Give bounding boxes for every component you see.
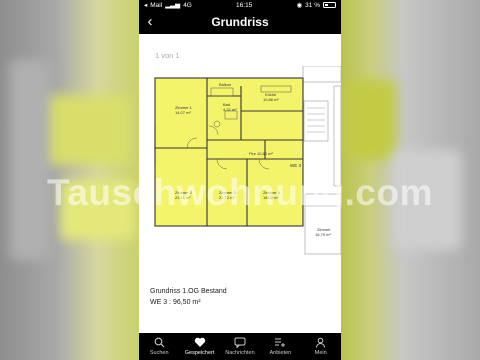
tab-label: Anbieten: [269, 350, 292, 356]
background-blur-right: [341, 0, 480, 360]
room-area-zimmer-4: 18,02 m²: [263, 195, 279, 200]
chat-bubble-icon: [234, 336, 246, 348]
search-icon: [154, 336, 165, 348]
room-area-bad: 4,32 m²: [223, 107, 237, 112]
chevron-left-icon: ‹: [147, 13, 153, 30]
back-to-app-icon[interactable]: ◂: [144, 1, 147, 9]
status-bar: ◂ Mail ▂▃▅ 4G 16:15 ◉ 31 %: [139, 0, 341, 10]
tab-nachrichten[interactable]: Nachrichten: [222, 336, 258, 356]
background-blur-left: [0, 0, 139, 360]
caption-title: Grundriss 1.OG Bestand: [150, 288, 227, 295]
image-caption: Grundriss 1.OG Bestand WE 3 : 96,50 m²: [150, 286, 227, 308]
clock: 16:15: [236, 1, 253, 9]
room-area-zimmer-3: 21,72 m²: [219, 195, 235, 200]
caption-area: WE 3 : 96,50 m²: [150, 299, 201, 306]
user-icon: [315, 336, 326, 348]
page-title: Grundriss: [211, 15, 269, 29]
bottom-tab-bar: Suchen Gespeichert Nachrichten Anbieten …: [139, 333, 341, 360]
tab-label: Gespeichert: [184, 350, 215, 356]
tab-gespeichert[interactable]: Gespeichert: [182, 336, 218, 356]
unit-label: WE 3: [290, 163, 301, 168]
room-label-flur: Flur: [249, 151, 257, 156]
room-area-zimmer-1: 14,07 m²: [175, 110, 191, 115]
tab-anbieten[interactable]: Anbieten: [262, 336, 298, 356]
page-indicator: 1 von 1: [155, 51, 180, 60]
room-area-neighbour: 16,79 m²: [315, 232, 331, 237]
battery-icon: [322, 2, 336, 8]
orientation-lock-icon: ◉: [296, 2, 303, 9]
image-viewer[interactable]: 1 von 1 Zimmer 1 14,07 m² Balkon Bad 4,3…: [139, 34, 341, 333]
carrier-label: Mail: [150, 1, 163, 9]
apartment-highlight: [155, 78, 303, 226]
tab-label: Mein: [314, 350, 327, 356]
room-area-flur: 10,80 m²: [257, 151, 273, 156]
network-label: 4G: [183, 1, 192, 9]
room-area-zimmer-2: 22,11 m²: [175, 195, 191, 200]
navigation-bar: ‹ Grundriss: [139, 10, 341, 34]
tab-label: Suchen: [149, 350, 169, 356]
phone-screen: ◂ Mail ▂▃▅ 4G 16:15 ◉ 31 % ‹ Grundriss 1…: [139, 0, 341, 360]
floor-plan: Zimmer 1 14,07 m² Balkon Bad 4,32 m² Küc…: [154, 66, 341, 255]
room-area-kueche: 10,86 m²: [263, 97, 279, 102]
heart-icon: [194, 336, 206, 348]
tab-label: Nachrichten: [225, 350, 255, 356]
back-button[interactable]: ‹: [141, 13, 159, 31]
battery-label: 31 %: [305, 1, 320, 9]
list-add-icon: [274, 336, 286, 348]
signal-icon: ▂▃▅: [165, 2, 181, 9]
tab-mein[interactable]: Mein: [303, 336, 339, 356]
tab-suchen[interactable]: Suchen: [141, 336, 177, 356]
room-label-balkon: Balkon: [219, 82, 231, 87]
plan-outline-right: [302, 66, 341, 255]
